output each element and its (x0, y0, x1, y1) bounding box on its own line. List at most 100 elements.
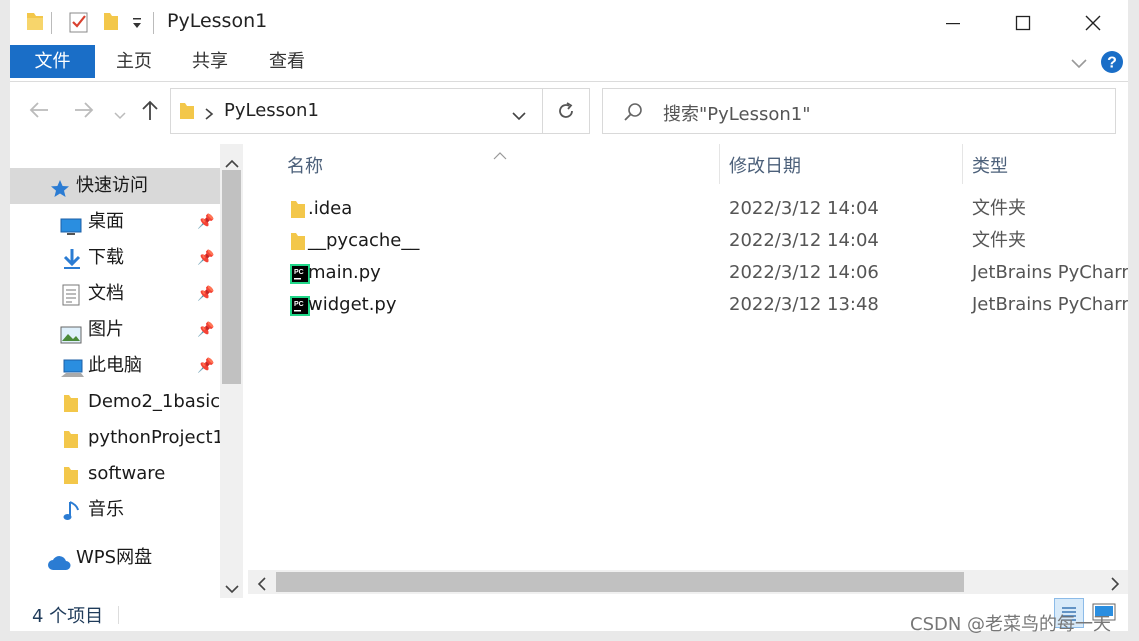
window-title: PyLesson1 (167, 10, 268, 32)
nav-item-label: 图片 (88, 319, 124, 340)
nav-item-label: pythonProject1 (88, 427, 220, 448)
horizontal-scrollbar[interactable] (248, 570, 1128, 594)
help-icon[interactable]: ? (1100, 50, 1124, 79)
column-header-date[interactable]: 修改日期 (729, 152, 801, 178)
nav-item-this-pc[interactable]: 此电脑 📌 (10, 348, 220, 384)
chevron-right-icon[interactable] (204, 105, 214, 126)
svg-text:?: ? (1107, 55, 1117, 72)
svg-text:PC: PC (294, 269, 304, 276)
nav-item-label: 此电脑 (88, 355, 142, 376)
separator (153, 12, 154, 34)
file-type: JetBrains PyCharm . (972, 294, 1128, 315)
scroll-thumb[interactable] (276, 572, 964, 592)
item-count: 4 个项目 (32, 606, 104, 627)
pycharm-icon: PC (290, 295, 310, 327)
table-row[interactable]: __pycache__ 2022/3/12 14:04 文件夹 (248, 225, 1128, 257)
nav-item-label: 快速访问 (76, 175, 148, 196)
download-icon (62, 247, 82, 276)
recent-locations-icon[interactable] (114, 105, 126, 126)
nav-item-documents[interactable]: 文档 📌 (10, 276, 220, 312)
cloud-icon (47, 549, 71, 576)
file-date: 2022/3/12 13:48 (729, 294, 879, 315)
nav-item-desktop[interactable]: 桌面 📌 (10, 204, 220, 240)
column-header-name[interactable]: 名称 (287, 152, 323, 178)
svg-text:PC: PC (294, 301, 304, 308)
folder-icon (63, 391, 79, 420)
pin-icon[interactable]: 📌 (197, 204, 214, 240)
tab-home[interactable]: 主页 (104, 45, 164, 78)
ribbon: 文件 主页 共享 查看 ? (10, 45, 1128, 82)
column-separator[interactable] (719, 144, 720, 184)
picture-icon (60, 321, 82, 348)
nav-item-label: 音乐 (88, 499, 124, 520)
nav-item-software[interactable]: software (10, 456, 220, 492)
scroll-thumb[interactable] (222, 170, 241, 384)
expand-ribbon-icon[interactable] (1070, 55, 1088, 76)
sort-ascending-icon (493, 144, 507, 165)
customize-quick-access-icon[interactable] (131, 14, 143, 35)
navigation-pane: 快速访问 桌面 📌 下载 📌 文档 📌 图片 📌 此电脑 📌 Demo2_1ba… (10, 144, 220, 598)
file-name: widget.py (308, 294, 397, 315)
nav-item-pythonproject1[interactable]: pythonProject1 (10, 420, 220, 456)
file-type: JetBrains PyCharm . (972, 262, 1128, 283)
file-date: 2022/3/12 14:04 (729, 198, 879, 219)
folder-icon (63, 427, 79, 456)
nav-item-demo2-1basic[interactable]: Demo2_1basic (10, 384, 220, 420)
search-icon (623, 102, 643, 127)
nav-item-music[interactable]: 音乐 (10, 492, 220, 528)
nav-item-pictures[interactable]: 图片 📌 (10, 312, 220, 348)
search-input[interactable]: 搜索"PyLesson1" (663, 100, 810, 126)
forward-arrow-icon[interactable] (73, 100, 95, 125)
refresh-button[interactable] (543, 88, 590, 134)
explorer-window: PyLesson1 文件 主页 共享 查看 ? PyLesson1 搜索"PyL… (10, 0, 1128, 631)
table-row[interactable]: PC main.py 2022/3/12 14:06 JetBrains PyC… (248, 257, 1128, 289)
nav-item-label: WPS网盘 (76, 547, 153, 568)
minimize-icon (946, 22, 960, 24)
table-row[interactable]: .idea 2022/3/12 14:04 文件夹 (248, 193, 1128, 225)
file-list: 名称 修改日期 类型 .idea 2022/3/12 14:04 文件夹 __p… (248, 144, 1128, 570)
refresh-icon (559, 102, 573, 118)
column-separator[interactable] (962, 144, 963, 184)
file-date: 2022/3/12 14:06 (729, 262, 879, 283)
folder-icon[interactable] (25, 10, 45, 37)
nav-item-label: 桌面 (88, 211, 124, 232)
tab-view[interactable]: 查看 (257, 45, 317, 78)
file-name: .idea (308, 198, 353, 219)
column-header-type[interactable]: 类型 (972, 152, 1008, 178)
watermark: CSDN @老菜鸟的每一天 (910, 614, 1112, 635)
folder-icon (63, 463, 79, 492)
pin-icon[interactable]: 📌 (197, 348, 214, 384)
file-type: 文件夹 (972, 198, 1026, 219)
nav-item-label: 文档 (88, 283, 124, 304)
maximize-button[interactable] (988, 0, 1058, 45)
tab-file[interactable]: 文件 (10, 45, 95, 78)
table-row[interactable]: PC widget.py 2022/3/12 13:48 JetBrains P… (248, 289, 1128, 321)
nav-item-wps-cloud[interactable]: WPS网盘 (10, 540, 220, 576)
scroll-left-icon[interactable] (257, 575, 267, 596)
properties-icon[interactable] (69, 11, 89, 38)
star-icon (50, 176, 70, 204)
address-path[interactable]: PyLesson1 (224, 100, 319, 121)
nav-item-quick-access[interactable]: 快速访问 (10, 168, 220, 204)
chevron-down-icon[interactable] (511, 107, 527, 128)
new-folder-icon[interactable] (102, 10, 120, 37)
scroll-down-icon[interactable] (225, 578, 239, 599)
nav-scrollbar[interactable] (220, 144, 243, 598)
close-button[interactable] (1058, 0, 1128, 45)
pin-icon[interactable]: 📌 (197, 276, 214, 312)
tab-share[interactable]: 共享 (180, 45, 240, 78)
search-box[interactable]: 搜索"PyLesson1" (602, 88, 1116, 134)
pin-icon[interactable]: 📌 (197, 240, 214, 276)
address-bar[interactable]: PyLesson1 (170, 88, 543, 134)
address-row: PyLesson1 搜索"PyLesson1" (10, 82, 1128, 144)
up-arrow-icon[interactable] (141, 99, 159, 126)
music-icon (63, 499, 81, 528)
nav-item-label: software (88, 463, 166, 484)
separator (118, 606, 119, 624)
nav-item-label: Demo2_1basic (88, 391, 220, 412)
back-arrow-icon[interactable] (28, 100, 50, 125)
pin-icon[interactable]: 📌 (197, 312, 214, 348)
nav-item-downloads[interactable]: 下载 📌 (10, 240, 220, 276)
scroll-right-icon[interactable] (1110, 575, 1120, 596)
minimize-button[interactable] (918, 0, 988, 45)
